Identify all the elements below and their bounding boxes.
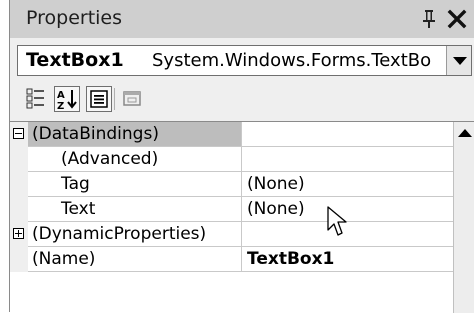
properties-panel: Properties TextBox1 System.Windows.Forms… [9,0,474,313]
grid-row-databindings[interactable]: (DataBindings) [10,122,453,147]
categorized-button[interactable] [24,86,50,112]
window-title: Properties [26,7,123,29]
row-gutter [10,197,28,222]
categorized-icon [26,88,44,109]
property-name: Text [28,197,242,222]
alphabetical-button[interactable]: A Z [54,86,80,112]
svg-text:Z: Z [57,101,64,111]
properties-icon [90,90,108,108]
grid-row-dynamicproperties[interactable]: (DynamicProperties) [10,222,453,247]
row-gutter [10,247,28,272]
row-gutter [10,147,28,172]
property-name: (DynamicProperties) [28,222,242,247]
property-name: (Advanced) [28,147,242,172]
expand-icon[interactable] [13,228,24,239]
scroll-up-icon[interactable] [456,124,473,141]
events-icon [123,91,141,106]
properties-button[interactable] [86,86,112,112]
property-value[interactable]: (None) [242,172,453,197]
grid-row-name[interactable]: (Name) TextBox1 [10,247,453,272]
property-name: (Name) [28,247,242,272]
grid-row-advanced[interactable]: (Advanced) [10,147,453,172]
grid-row-text[interactable]: Text (None) [10,197,453,222]
property-grid: (DataBindings) (Advanced) Tag (None) Tex… [10,121,474,313]
property-name: (DataBindings) [28,122,242,147]
property-value[interactable]: TextBox1 [242,247,453,272]
pin-icon[interactable] [420,9,438,29]
property-value[interactable] [242,147,453,172]
vertical-scrollbar[interactable] [453,122,474,313]
property-value[interactable] [242,122,453,147]
object-type: System.Windows.Forms.TextBo [152,50,432,71]
mouse-pointer-icon [327,206,347,236]
row-gutter [10,172,28,197]
collapse-icon[interactable] [13,128,24,139]
row-gutter [10,122,28,147]
events-button[interactable] [120,86,146,112]
object-name: TextBox1 [26,49,124,71]
grid-row-tag[interactable]: Tag (None) [10,172,453,197]
row-gutter [10,222,28,247]
toolbar: A Z [10,82,474,118]
toolbar-separator [114,88,115,110]
close-icon[interactable] [446,8,468,30]
title-bar: Properties [10,0,474,38]
alphabetical-sort-icon: A Z [57,90,77,112]
dropdown-button[interactable] [446,46,471,75]
property-name: Tag [28,172,242,197]
svg-text:A: A [57,90,65,101]
object-selector[interactable]: TextBox1 System.Windows.Forms.TextBo [17,45,472,76]
